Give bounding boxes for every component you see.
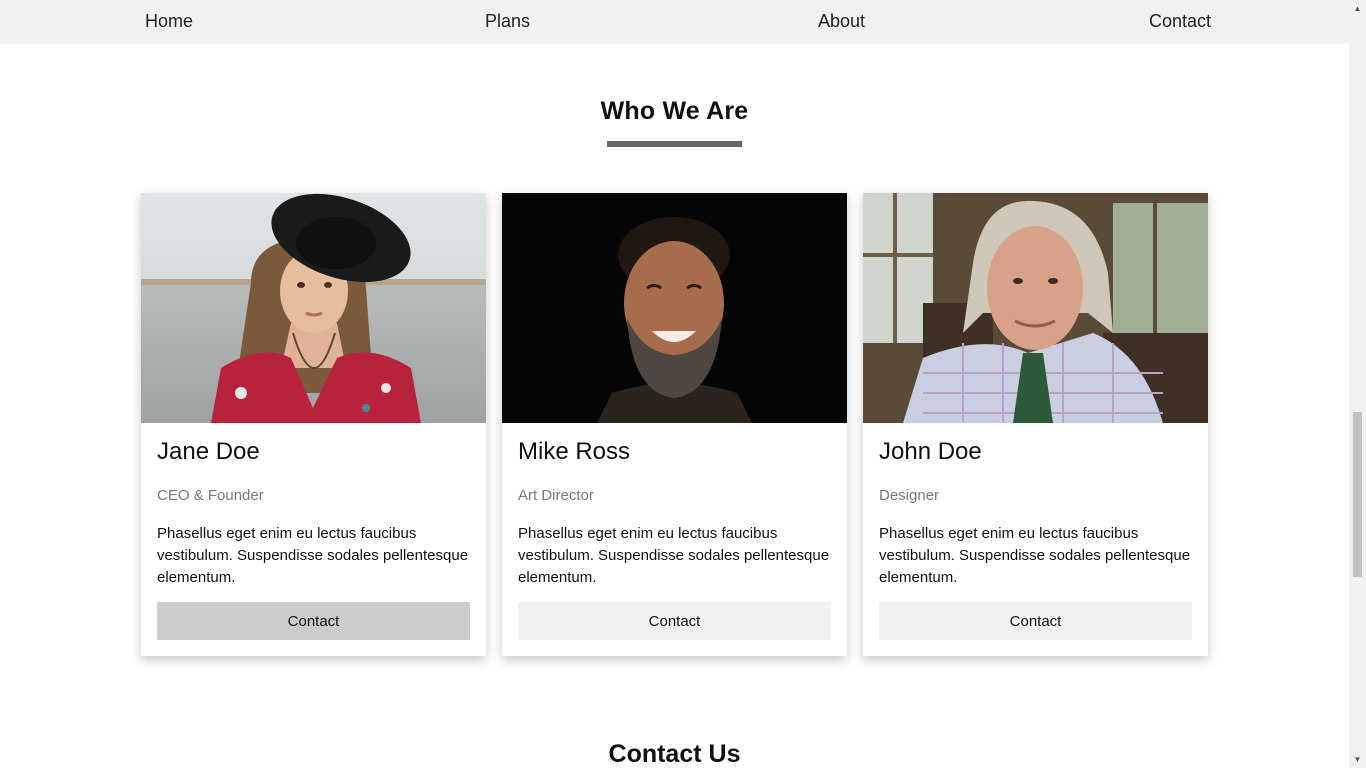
team-member-role: Art Director <box>518 487 594 504</box>
vertical-scrollbar[interactable]: ▲ ▼ <box>1349 0 1366 768</box>
team-member-photo <box>863 193 1208 423</box>
portrait-man-smiling-image <box>502 193 847 423</box>
team-member-photo <box>502 193 847 423</box>
nav-about-link[interactable]: About <box>818 11 865 32</box>
section-title-contact-us: Contact Us <box>608 740 741 768</box>
team-member-name: Mike Ross <box>518 438 631 465</box>
contact-button[interactable]: Contact <box>518 602 831 640</box>
section-title-underline <box>607 141 742 147</box>
section-title-who-we-are: Who We Are <box>600 97 749 125</box>
scroll-down-arrow-icon[interactable]: ▼ <box>1349 751 1366 768</box>
scroll-up-arrow-icon[interactable]: ▲ <box>1349 0 1366 17</box>
team-member-name: John Doe <box>879 438 982 465</box>
team-member-name: Jane Doe <box>157 438 260 465</box>
team-member-role: CEO & Founder <box>157 487 264 504</box>
team-member-description: Phasellus eget enim eu lectus faucibus v… <box>518 525 830 586</box>
top-nav: Home Plans About Contact <box>0 0 1349 43</box>
contact-button[interactable]: Contact <box>157 602 470 640</box>
nav-plans-link[interactable]: Plans <box>485 11 530 32</box>
team-member-description: Phasellus eget enim eu lectus faucibus v… <box>157 525 469 586</box>
team-card-john-doe: John Doe Designer Phasellus eget enim eu… <box>863 193 1208 656</box>
contact-button[interactable]: Contact <box>879 602 1192 640</box>
portrait-older-man-image <box>863 193 1208 423</box>
team-member-role: Designer <box>879 487 940 504</box>
portrait-woman-image <box>141 193 486 423</box>
nav-home-link[interactable]: Home <box>145 11 193 32</box>
team-member-photo <box>141 193 486 423</box>
team-card-jane-doe: Jane Doe CEO & Founder Phasellus eget en… <box>141 193 486 656</box>
scrollbar-thumb[interactable] <box>1353 412 1362 577</box>
page: Home Plans About Contact Who We Are Jane… <box>0 0 1366 768</box>
nav-contact-link[interactable]: Contact <box>1149 11 1211 32</box>
team-card-mike-ross: Mike Ross Art Director Phasellus eget en… <box>502 193 847 656</box>
team-member-description: Phasellus eget enim eu lectus faucibus v… <box>879 525 1191 586</box>
